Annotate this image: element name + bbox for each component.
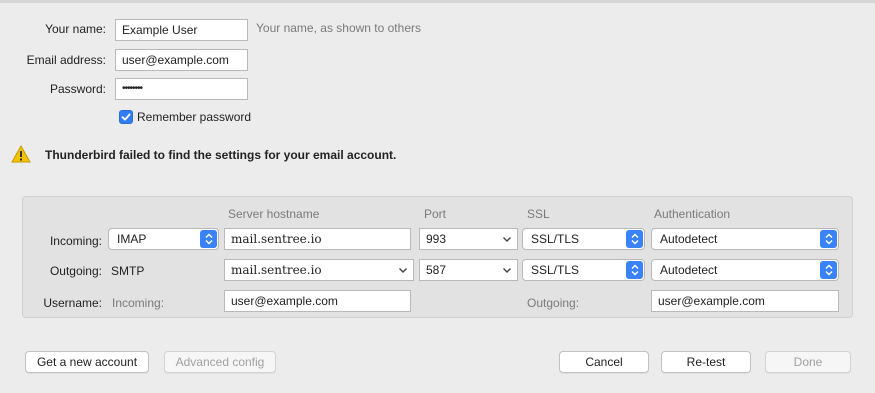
incoming-label: Incoming: [49, 234, 102, 248]
outgoing-ssl-value: SSL/TLS [531, 263, 580, 277]
name-hint: Your name, as shown to others [256, 21, 421, 35]
cancel-button[interactable]: Cancel [559, 351, 649, 373]
outgoing-auth-value: Autodetect [660, 263, 718, 277]
outgoing-ssl-select[interactable]: SSL/TLS [522, 259, 645, 281]
incoming-ssl-value: SSL/TLS [531, 232, 580, 246]
header-server-hostname: Server hostname [228, 207, 320, 221]
chevron-down-icon[interactable] [393, 260, 413, 280]
name-label: Your name: [45, 22, 106, 36]
username-outgoing-label: Outgoing: [527, 296, 580, 310]
updown-arrows-icon [626, 230, 643, 248]
outgoing-label: Outgoing: [49, 264, 102, 278]
incoming-username-input[interactable]: user@example.com [224, 290, 411, 312]
password-input[interactable]: •••••••• [115, 78, 248, 100]
incoming-port-value: 993 [426, 232, 447, 246]
retest-button[interactable]: Re-test [661, 351, 751, 373]
warning-message: Thunderbird failed to find the settings … [45, 148, 397, 162]
email-label: Email address: [26, 53, 106, 67]
outgoing-port-combo[interactable]: 587 [419, 259, 518, 281]
outgoing-hostname-combo[interactable]: mail.sentree.io [224, 259, 414, 281]
warning-triangle-icon [11, 144, 31, 166]
header-ssl: SSL [527, 207, 550, 221]
incoming-ssl-select[interactable]: SSL/TLS [522, 228, 645, 250]
outgoing-protocol: SMTP [111, 264, 145, 278]
chevron-down-icon[interactable] [497, 260, 517, 280]
header-port: Port [424, 207, 447, 221]
incoming-auth-select[interactable]: Autodetect [651, 228, 839, 250]
get-new-account-button[interactable]: Get a new account [25, 351, 149, 373]
advanced-config-button[interactable]: Advanced config [164, 351, 276, 373]
incoming-auth-value: Autodetect [660, 232, 718, 246]
updown-arrows-icon [200, 230, 217, 248]
username-label: Username: [43, 296, 102, 310]
header-authentication: Authentication [654, 207, 731, 221]
outgoing-hostname-value: mail.sentree.io [231, 263, 322, 277]
window-top-edge [0, 0, 875, 3]
incoming-protocol-select[interactable]: IMAP [108, 228, 219, 250]
updown-arrows-icon [820, 261, 837, 279]
checkmark-icon [121, 113, 131, 121]
outgoing-port-value: 587 [426, 263, 447, 277]
incoming-port-combo[interactable]: 993 [419, 228, 518, 250]
password-label: Password: [49, 82, 106, 96]
remember-password-label: Remember password [137, 110, 252, 124]
email-input[interactable]: user@example.com [115, 49, 248, 71]
remember-password-checkbox[interactable] [119, 110, 133, 124]
incoming-hostname-input[interactable]: mail.sentree.io [224, 228, 411, 250]
name-input[interactable]: Example User [115, 19, 248, 41]
incoming-protocol-value: IMAP [117, 232, 147, 246]
updown-arrows-icon [820, 230, 837, 248]
username-incoming-label: Incoming: [112, 296, 165, 310]
chevron-down-icon[interactable] [497, 229, 517, 249]
updown-arrows-icon [626, 261, 643, 279]
outgoing-auth-select[interactable]: Autodetect [651, 259, 839, 281]
outgoing-username-input[interactable]: user@example.com [651, 290, 839, 312]
done-button[interactable]: Done [765, 351, 851, 373]
